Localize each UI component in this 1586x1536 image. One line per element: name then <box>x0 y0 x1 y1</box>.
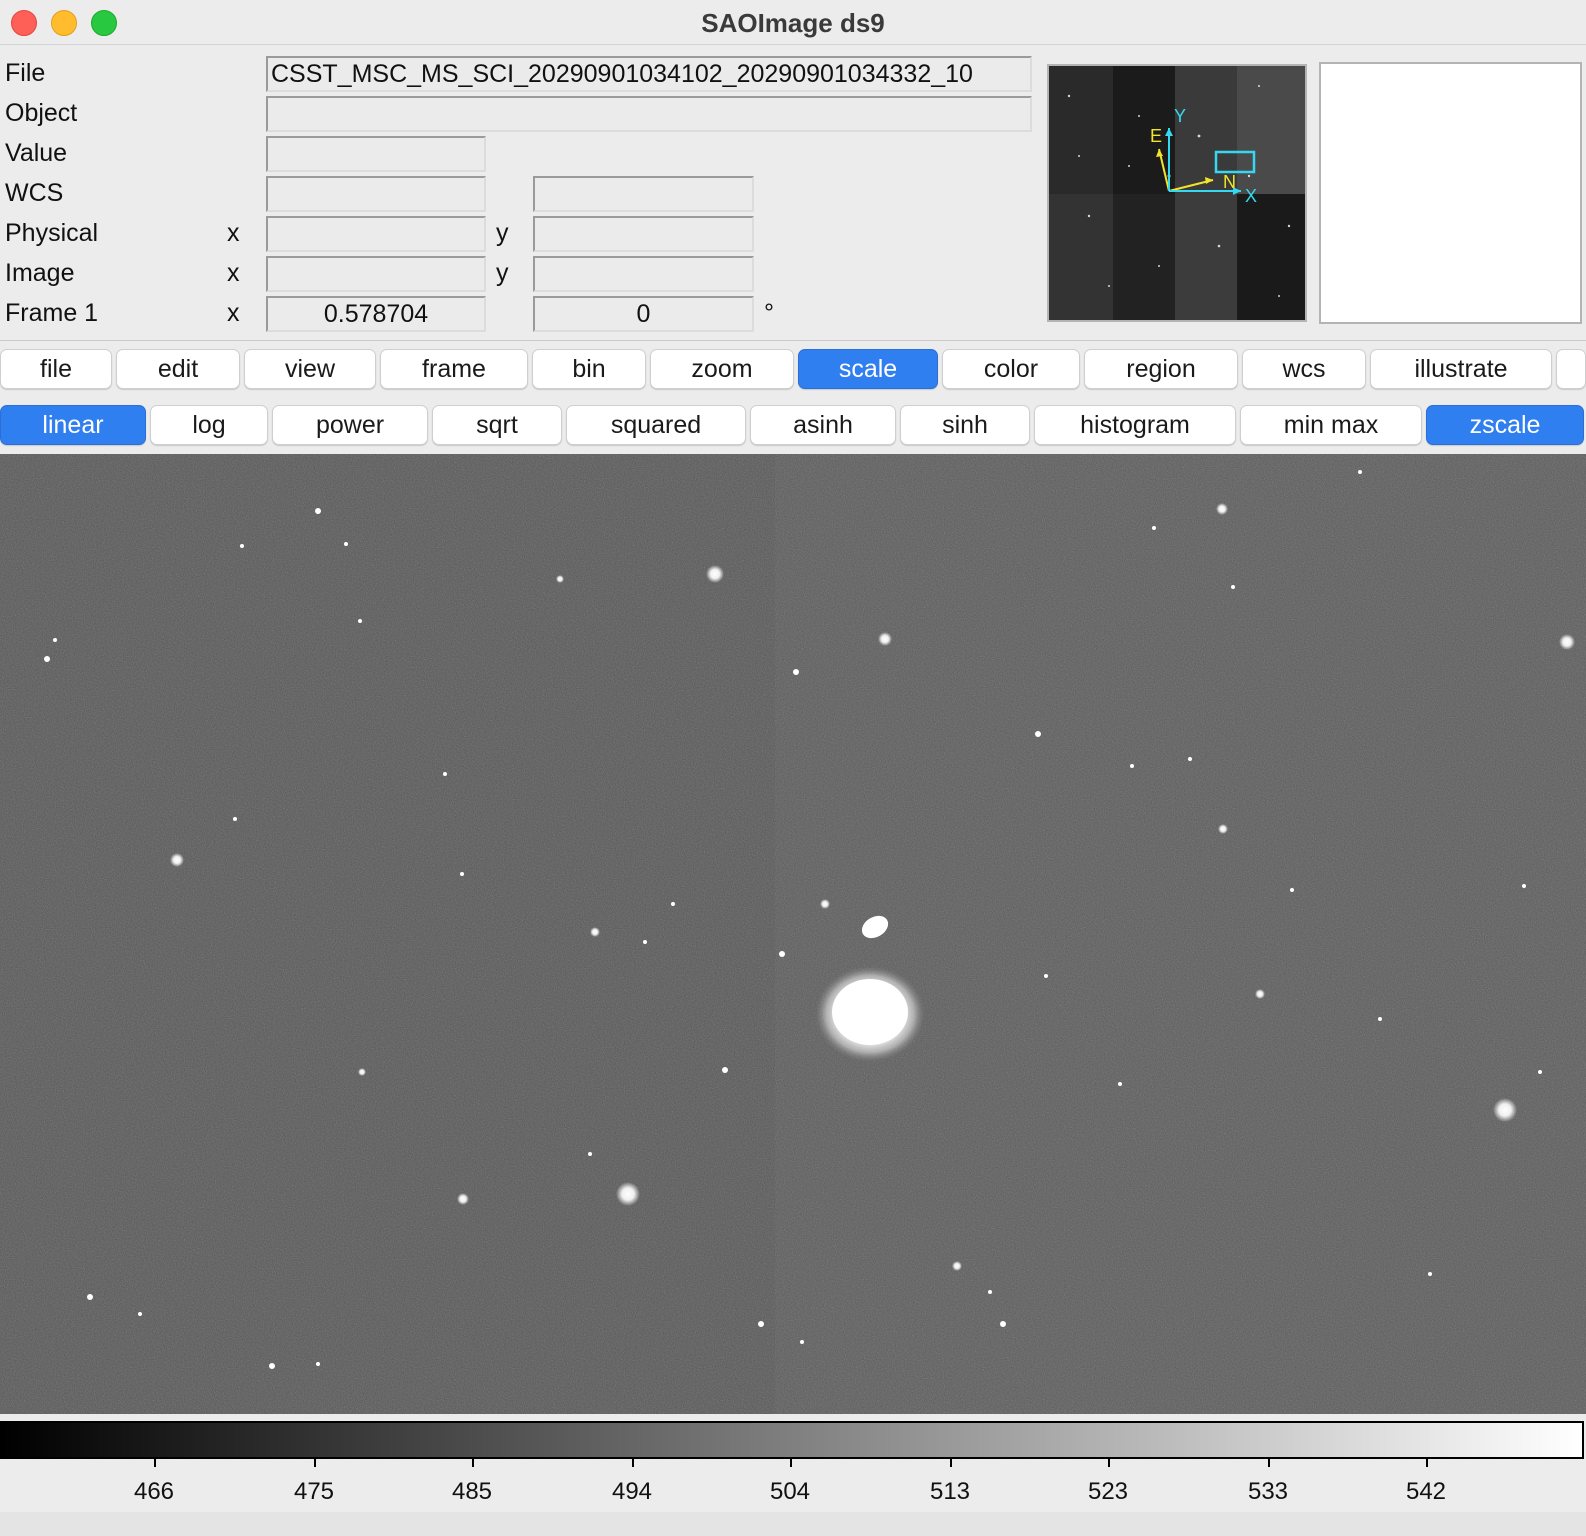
scale-minmax-button[interactable]: min max <box>1240 405 1422 445</box>
scale-sqrt-button[interactable]: sqrt <box>432 405 562 445</box>
value-field[interactable] <box>266 136 486 172</box>
main-button-bar: file edit view frame bin zoom scale colo… <box>0 349 1586 393</box>
colorbar-tick <box>1268 1459 1270 1467</box>
physical-x-field[interactable] <box>266 216 486 252</box>
colorbar-tick-label: 542 <box>1405 1478 1447 1505</box>
scale-linear-button[interactable]: linear <box>0 405 146 445</box>
colorbar-tick <box>314 1459 316 1467</box>
colorbar-tick-label: 513 <box>929 1478 971 1505</box>
colorbar-tick-label: 523 <box>1087 1478 1129 1505</box>
colorbar-tick <box>790 1459 792 1467</box>
scale-button-bar: linear log power sqrt squared asinh sinh… <box>0 405 1586 449</box>
angle-unit-label: ° <box>764 299 774 327</box>
scale-squared-button[interactable]: squared <box>566 405 746 445</box>
menu-view-button[interactable]: view <box>244 349 376 389</box>
magnifier-view <box>1319 62 1582 324</box>
frame-zoom-field[interactable]: 0.578704 <box>266 296 486 332</box>
colorbar-tick-label: 504 <box>769 1478 811 1505</box>
object-label: Object <box>5 99 78 127</box>
scale-log-button[interactable]: log <box>150 405 268 445</box>
scale-zscale-button[interactable]: zscale <box>1426 405 1584 445</box>
colorbar-tick <box>1108 1459 1110 1467</box>
astronomical-image <box>0 454 1586 1414</box>
physical-y-label: y <box>496 219 509 247</box>
colorbar-tick-label: 475 <box>293 1478 335 1505</box>
window-bottom-edge <box>0 1512 1586 1536</box>
physical-label: Physical <box>5 219 99 247</box>
wcs-y-field[interactable] <box>533 176 754 212</box>
menu-overflow-button[interactable] <box>1556 349 1586 389</box>
image-x-label: x <box>227 259 240 287</box>
wcs-x-field[interactable] <box>266 176 486 212</box>
scale-histogram-button[interactable]: histogram <box>1034 405 1236 445</box>
colorbar-tick-label: 466 <box>133 1478 175 1505</box>
value-label: Value <box>5 139 68 167</box>
wcs-label: WCS <box>5 179 64 207</box>
panner-y-label: Y <box>1174 106 1186 126</box>
frame-label: Frame 1 <box>5 299 99 327</box>
image-y-label: y <box>496 259 509 287</box>
menu-scale-button[interactable]: scale <box>798 349 938 389</box>
title-bar: SAOImage ds9 <box>0 0 1586 45</box>
physical-x-label: x <box>227 219 240 247</box>
object-field[interactable] <box>266 96 1032 132</box>
colorbar-tick <box>950 1459 952 1467</box>
panner-n-label: N <box>1223 172 1236 192</box>
image-label: Image <box>5 259 75 287</box>
frame-angle-field[interactable]: 0 <box>533 296 754 332</box>
menu-bin-button[interactable]: bin <box>532 349 646 389</box>
panner-e-label: E <box>1150 126 1162 146</box>
image-display[interactable] <box>0 454 1586 1414</box>
file-field[interactable]: CSST_MSC_MS_SCI_20290901034102_202909010… <box>266 56 1032 92</box>
panner-x-label: X <box>1245 186 1257 206</box>
colorbar-tick <box>472 1459 474 1467</box>
colorbar-tick-label: 533 <box>1247 1478 1289 1505</box>
menu-illustrate-button[interactable]: illustrate <box>1370 349 1552 389</box>
menu-wcs-button[interactable]: wcs <box>1242 349 1366 389</box>
frame-x-label: x <box>227 299 240 327</box>
panner-view[interactable]: Y E N X <box>1047 64 1307 322</box>
menu-frame-button[interactable]: frame <box>380 349 528 389</box>
colorbar-tick <box>1426 1459 1428 1467</box>
panner-thumbnail: Y E N X <box>1049 66 1305 320</box>
scale-power-button[interactable]: power <box>272 405 428 445</box>
scale-asinh-button[interactable]: asinh <box>750 405 896 445</box>
colorbar-tick-label: 485 <box>451 1478 493 1505</box>
menu-region-button[interactable]: region <box>1084 349 1238 389</box>
colorbar-tick-label: 494 <box>611 1478 653 1505</box>
window-title: SAOImage ds9 <box>701 8 885 38</box>
image-y-field[interactable] <box>533 256 754 292</box>
image-x-field[interactable] <box>266 256 486 292</box>
menu-zoom-button[interactable]: zoom <box>650 349 794 389</box>
menu-file-button[interactable]: file <box>0 349 112 389</box>
divider <box>0 340 1586 341</box>
colorbar[interactable] <box>0 1421 1584 1459</box>
menu-edit-button[interactable]: edit <box>116 349 240 389</box>
colorbar-tick <box>632 1459 634 1467</box>
scale-sinh-button[interactable]: sinh <box>900 405 1030 445</box>
physical-y-field[interactable] <box>533 216 754 252</box>
file-label: File <box>5 59 46 87</box>
menu-color-button[interactable]: color <box>942 349 1080 389</box>
colorbar-tick <box>154 1459 156 1467</box>
